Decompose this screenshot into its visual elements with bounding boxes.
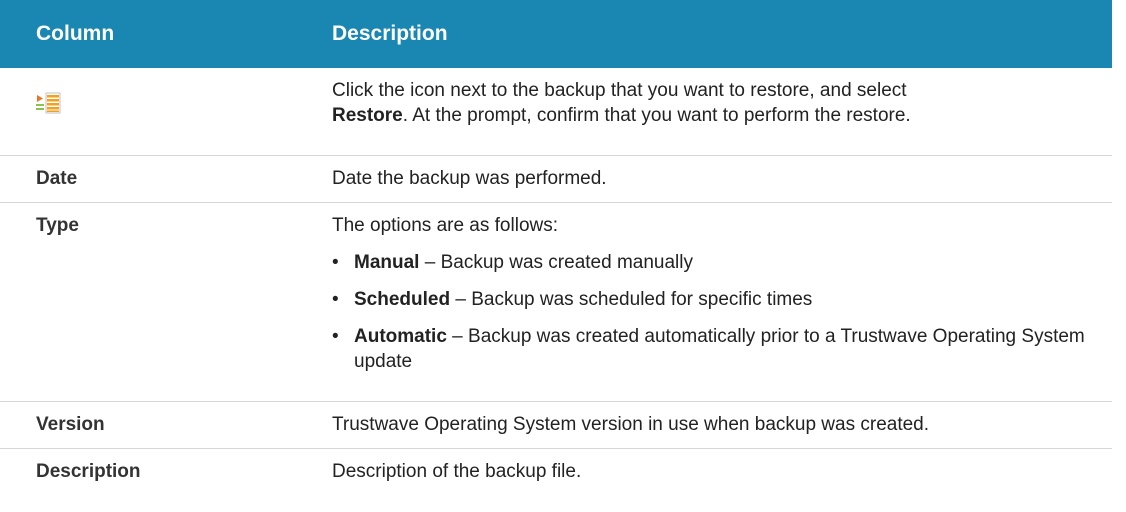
table-row: Description Description of the backup fi… [0, 449, 1112, 496]
row-label: Type [36, 215, 79, 236]
restore-keyword: Restore [332, 105, 403, 126]
option-name: Scheduled [354, 289, 451, 310]
row-description: Click the icon next to the backup that y… [300, 68, 1112, 155]
restore-instructions-part2: . At the prompt, confirm that you want t… [402, 105, 911, 126]
table-row: Type The options are as follows: Manual … [0, 203, 1112, 402]
table-row: Click the icon next to the backup that y… [0, 68, 1112, 156]
table-header: Column Description [0, 0, 1112, 68]
description-header: Description [332, 22, 448, 45]
restore-menu-icon[interactable] [36, 92, 62, 114]
list-item: Automatic – Backup was created automatic… [332, 324, 1098, 374]
list-item: Scheduled – Backup was scheduled for spe… [332, 287, 1098, 312]
option-name: Automatic [354, 326, 447, 347]
row-description: Date the backup was performed. [332, 168, 607, 189]
type-intro: The options are as follows: [332, 215, 559, 236]
option-text: – Backup was created automatically prior… [354, 326, 1085, 372]
row-description: The options are as follows: Manual – Bac… [300, 203, 1112, 401]
table-row: Date Date the backup was performed. [0, 156, 1112, 203]
option-name: Manual [354, 252, 420, 273]
row-label: Version [36, 414, 105, 435]
row-description: Trustwave Operating System version in us… [332, 414, 930, 435]
row-label: Description [36, 461, 141, 482]
list-item: Manual – Backup was created manually [332, 250, 1098, 275]
row-label: Date [36, 168, 78, 189]
option-text: – Backup was created manually [419, 252, 693, 273]
table-row: Version Trustwave Operating System versi… [0, 402, 1112, 449]
row-icon-cell [0, 68, 300, 155]
column-header: Column [36, 22, 115, 45]
description-table: Column Description Click the icon next t… [0, 0, 1112, 496]
type-options-list: Manual – Backup was created manually Sch… [332, 250, 1098, 374]
option-text: – Backup was scheduled for specific time… [450, 289, 813, 310]
row-description: Description of the backup file. [332, 461, 582, 482]
restore-instructions-part1: Click the icon next to the backup that y… [332, 80, 907, 101]
